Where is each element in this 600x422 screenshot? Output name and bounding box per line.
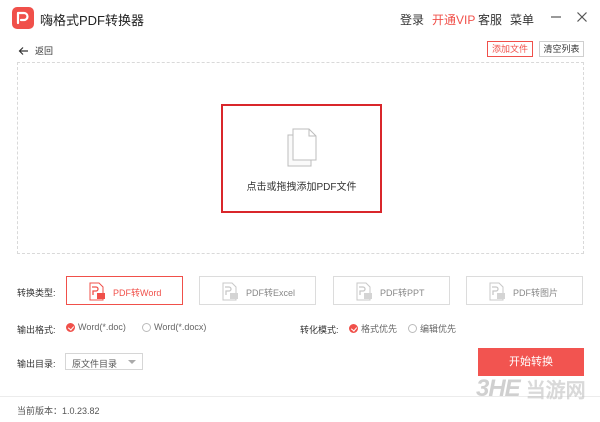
add-file-button[interactable]: 添加文件 [487,41,533,57]
login-link[interactable]: 登录 [400,11,424,28]
app-logo-icon [12,7,34,29]
pdf-word-icon [89,282,105,301]
radio-label: 格式优先 [361,324,398,334]
format-docx-radio[interactable]: Word(*.docx) [142,322,206,332]
pdf-excel-icon [222,282,238,301]
back-button[interactable]: 返回 [18,44,53,57]
drop-hint: 点击或拖拽添加PDF文件 [246,182,357,193]
mode-format-first-radio[interactable]: 格式优先 [349,322,397,335]
radio-label: 编辑优先 [420,324,457,334]
output-format-label: 输出格式: [17,325,56,335]
radio-label: Word(*.docx) [154,322,207,332]
type-label: PDF转Excel [246,288,296,298]
documents-icon [284,126,320,171]
app-title: 嗨格式PDF转换器 [40,13,145,28]
radio-unchecked-icon [408,324,417,333]
radio-checked-icon [349,324,358,333]
output-dir-select[interactable]: 原文件目录 [65,353,143,370]
type-label: PDF转图片 [513,288,559,298]
radio-unchecked-icon [142,322,151,332]
radio-checked-icon [66,322,75,332]
menu-link[interactable]: 菜单 [510,11,534,28]
back-label: 返回 [35,46,54,56]
clear-list-button[interactable]: 清空列表 [539,41,584,57]
type-label: PDF转PPT [380,288,425,298]
version-text: 当前版本：1.0.23.82 [17,406,100,416]
vip-link[interactable]: 开通VIP [432,11,475,28]
watermark-brand: 3HE [476,374,521,402]
convert-mode-label: 转化模式: [300,325,339,335]
chevron-down-icon [128,360,136,364]
type-pdf-to-word[interactable]: PDF转Word [66,276,183,305]
title-bar: 嗨格式PDF转换器 登录 开通VIP 客服 菜单 [0,0,600,36]
arrow-left-icon [18,46,28,55]
radio-label: Word(*.doc) [78,322,126,332]
watermark-site: 当游网 [525,380,586,402]
conversion-type-label: 转换类型: [17,288,56,298]
output-dir-label: 输出目录: [17,359,56,369]
type-pdf-to-ppt[interactable]: PDF转PPT [333,276,450,305]
watermark: 3HE 当游网 [476,374,586,403]
format-doc-radio[interactable]: Word(*.doc) [66,322,126,332]
type-pdf-to-excel[interactable]: PDF转Excel [199,276,316,305]
output-dir-value: 原文件目录 [72,359,118,369]
close-icon[interactable] [574,9,590,25]
pdf-image-icon [489,282,505,301]
start-convert-button[interactable]: 开始转换 [478,348,584,376]
mode-edit-first-radio[interactable]: 编辑优先 [408,322,456,335]
service-link[interactable]: 客服 [478,11,502,28]
minimize-icon[interactable] [548,9,564,25]
type-label: PDF转Word [113,288,162,298]
type-pdf-to-image[interactable]: PDF转图片 [466,276,583,305]
pdf-ppt-icon [356,282,372,301]
